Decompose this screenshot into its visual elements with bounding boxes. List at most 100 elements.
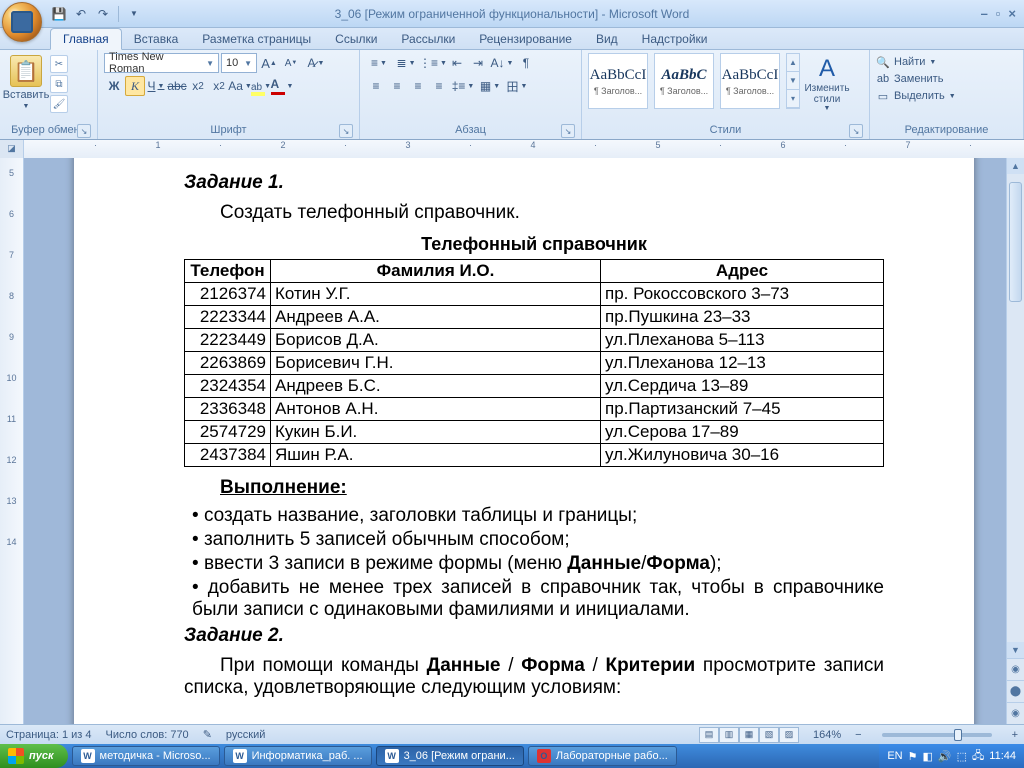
outline-view[interactable]: ▧ bbox=[759, 727, 779, 743]
cut-icon[interactable]: ✂ bbox=[50, 55, 68, 73]
page[interactable]: Задание 1. Создать телефонный справочник… bbox=[74, 158, 974, 724]
page-indicator[interactable]: Страница: 1 из 4 bbox=[6, 729, 92, 741]
clear-format-icon[interactable]: A̷▼ bbox=[303, 53, 329, 73]
minimize-button[interactable]: – bbox=[981, 6, 988, 21]
chevron-down-icon: ▼ bbox=[202, 59, 214, 68]
restore-button[interactable]: ▫ bbox=[996, 6, 1001, 21]
font-size-combo[interactable]: 10▼ bbox=[221, 53, 257, 73]
shading-button[interactable]: ▦▼ bbox=[477, 76, 503, 96]
th-name: Фамилия И.О. bbox=[271, 260, 601, 283]
word-count[interactable]: Число слов: 770 bbox=[106, 729, 189, 741]
style-item[interactable]: AaBbC¶ Заголов... bbox=[654, 53, 714, 109]
language-indicator[interactable]: русский bbox=[226, 729, 265, 741]
taskbar-item[interactable]: WИнформатика_раб. ... bbox=[224, 746, 372, 766]
change-styles-button[interactable]: A Изменить стили ▼ bbox=[804, 53, 850, 114]
clipboard-launcher[interactable]: ↘ bbox=[77, 124, 91, 138]
taskbar-item[interactable]: Wметодичка - Microso... bbox=[72, 746, 220, 766]
font-name-combo[interactable]: Times New Roman▼ bbox=[104, 53, 219, 73]
decrease-indent-button[interactable]: ⇤ bbox=[447, 53, 467, 73]
justify-button[interactable]: ≡ bbox=[429, 76, 449, 96]
styles-scroll[interactable]: ▲▼▾ bbox=[786, 53, 800, 109]
bold-button[interactable]: Ж bbox=[104, 76, 124, 96]
vertical-scrollbar[interactable]: ▲ ▼ ◉ ⬤ ◉ bbox=[1006, 158, 1024, 724]
increase-indent-button[interactable]: ⇥ bbox=[468, 53, 488, 73]
superscript-button[interactable]: x2 bbox=[209, 76, 229, 96]
zoom-slider[interactable] bbox=[882, 733, 992, 737]
clock[interactable]: 11:44 bbox=[989, 750, 1016, 762]
zoom-out-icon[interactable]: − bbox=[855, 729, 861, 741]
italic-button[interactable]: К bbox=[125, 76, 145, 96]
show-marks-button[interactable]: ¶ bbox=[516, 53, 536, 73]
shrink-font-icon[interactable]: A▼ bbox=[281, 53, 301, 73]
tab-addins[interactable]: Надстройки bbox=[630, 29, 720, 49]
start-button[interactable]: пуск bbox=[0, 744, 68, 768]
office-button[interactable] bbox=[2, 2, 42, 42]
paste-button[interactable]: 📋 Вставить ▼ bbox=[6, 53, 46, 110]
qat-dropdown-icon[interactable]: ▼ bbox=[125, 5, 143, 23]
underline-button[interactable]: Ч▼ bbox=[146, 76, 166, 96]
ruler-corner[interactable]: ◪ bbox=[0, 140, 24, 158]
bullets-button[interactable]: ≡▼ bbox=[366, 53, 392, 73]
style-item[interactable]: AaBbCcI¶ Заголов... bbox=[720, 53, 780, 109]
close-button[interactable]: × bbox=[1008, 6, 1016, 21]
grow-font-icon[interactable]: A▲ bbox=[259, 53, 279, 73]
web-view[interactable]: ▦ bbox=[739, 727, 759, 743]
sort-button[interactable]: A↓▼ bbox=[489, 53, 515, 73]
subscript-button[interactable]: x2 bbox=[188, 76, 208, 96]
styles-launcher[interactable]: ↘ bbox=[849, 124, 863, 138]
language-icon[interactable]: EN bbox=[887, 750, 902, 762]
numbering-button[interactable]: ≣▼ bbox=[393, 53, 419, 73]
replace-button[interactable]: abЗаменить bbox=[876, 72, 956, 86]
align-left-button[interactable]: ≡ bbox=[366, 76, 386, 96]
tray-icon[interactable]: ⚑ bbox=[908, 750, 918, 763]
align-right-button[interactable]: ≡ bbox=[408, 76, 428, 96]
next-page-icon[interactable]: ◉ bbox=[1007, 702, 1024, 724]
tab-references[interactable]: Ссылки bbox=[323, 29, 389, 49]
prev-page-icon[interactable]: ◉ bbox=[1007, 658, 1024, 680]
multilevel-button[interactable]: ⋮≡▼ bbox=[420, 53, 446, 73]
select-button[interactable]: ▭Выделить ▼ bbox=[876, 89, 956, 103]
tab-mailings[interactable]: Рассылки bbox=[389, 29, 467, 49]
format-painter-icon[interactable]: 🖌 bbox=[50, 95, 68, 113]
tray-icon[interactable]: ⬚ bbox=[957, 750, 967, 763]
tab-page-layout[interactable]: Разметка страницы bbox=[190, 29, 323, 49]
line-spacing-button[interactable]: ‡≡▼ bbox=[450, 76, 476, 96]
taskbar-item[interactable]: OЛабораторные рабо... bbox=[528, 746, 677, 766]
print-layout-view[interactable]: ▤ bbox=[699, 727, 719, 743]
undo-icon[interactable]: ↶ bbox=[72, 5, 90, 23]
zoom-handle[interactable] bbox=[954, 729, 962, 741]
scroll-down-icon[interactable]: ▼ bbox=[1007, 642, 1024, 658]
zoom-in-icon[interactable]: + bbox=[1012, 729, 1018, 741]
reading-view[interactable]: ▥ bbox=[719, 727, 739, 743]
horizontal-ruler[interactable]: ◪ · 1 · 2 · 3 · 4 · 5 · 6 · 7 · 8 · 9 · … bbox=[0, 140, 1024, 158]
copy-icon[interactable]: ⧉ bbox=[50, 75, 68, 93]
tray-icon[interactable]: ◧ bbox=[923, 750, 933, 763]
redo-icon[interactable]: ↷ bbox=[94, 5, 112, 23]
borders-button[interactable]: 田▼ bbox=[504, 76, 530, 96]
taskbar-item[interactable]: W3_06 [Режим ограни... bbox=[376, 746, 524, 766]
draft-view[interactable]: ▨ bbox=[779, 727, 799, 743]
scroll-up-icon[interactable]: ▲ bbox=[1007, 158, 1024, 174]
zoom-value[interactable]: 164% bbox=[813, 729, 841, 741]
style-item[interactable]: AaBbCcI¶ Заголов... bbox=[588, 53, 648, 109]
browse-object-icon[interactable]: ⬤ bbox=[1007, 680, 1024, 702]
font-launcher[interactable]: ↘ bbox=[339, 124, 353, 138]
save-icon[interactable]: 💾 bbox=[50, 5, 68, 23]
find-button[interactable]: 🔍Найти ▼ bbox=[876, 55, 956, 69]
tab-review[interactable]: Рецензирование bbox=[467, 29, 584, 49]
scroll-thumb[interactable] bbox=[1009, 182, 1022, 302]
page-viewport[interactable]: Задание 1. Создать телефонный справочник… bbox=[24, 158, 1006, 724]
tab-view[interactable]: Вид bbox=[584, 29, 630, 49]
vertical-ruler[interactable]: 567891011121314 bbox=[0, 158, 24, 724]
change-case-button[interactable]: Aa▼ bbox=[230, 76, 250, 96]
tray-icon[interactable]: 🔊 bbox=[938, 750, 952, 763]
tab-home[interactable]: Главная bbox=[50, 28, 122, 50]
highlight-button[interactable]: ab▼ bbox=[251, 76, 271, 96]
tab-insert[interactable]: Вставка bbox=[122, 29, 191, 49]
font-color-button[interactable]: A▼ bbox=[272, 76, 292, 96]
paragraph-launcher[interactable]: ↘ bbox=[561, 124, 575, 138]
align-center-button[interactable]: ≡ bbox=[387, 76, 407, 96]
spellcheck-icon[interactable]: ✎ bbox=[203, 728, 212, 741]
tray-icon[interactable]: 🖧 bbox=[972, 747, 984, 766]
strike-button[interactable]: abc bbox=[167, 76, 187, 96]
